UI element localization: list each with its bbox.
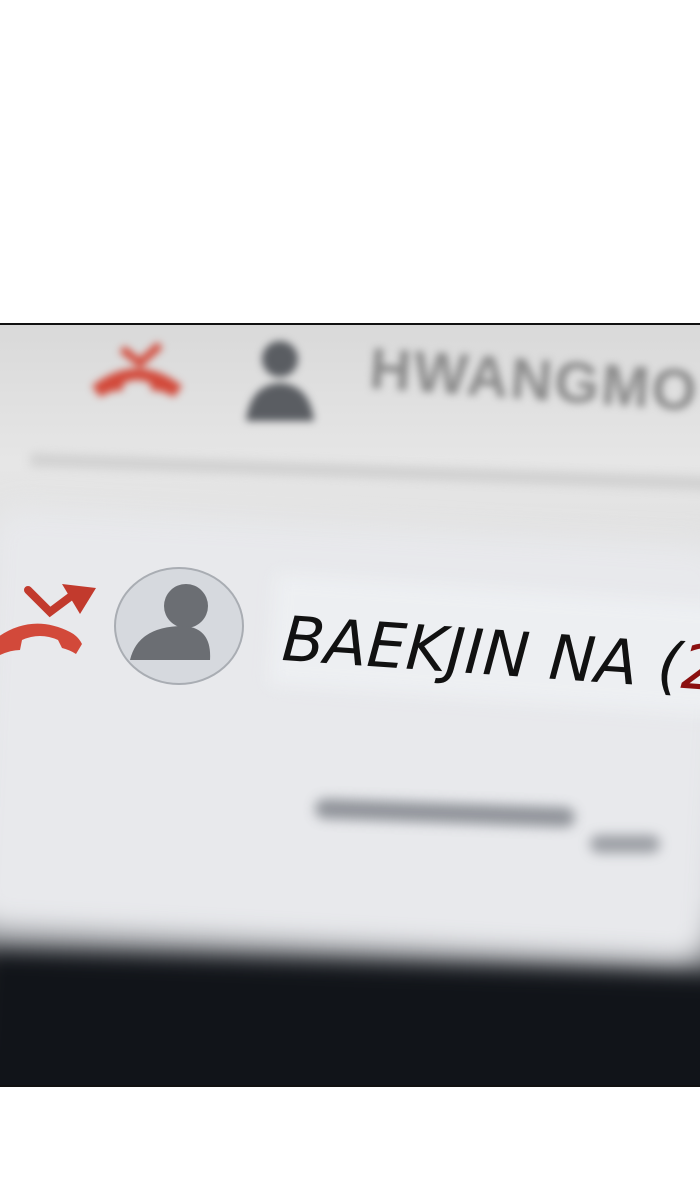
call-count: 2 — [679, 629, 700, 706]
person-icon — [246, 341, 314, 421]
person-icon — [114, 567, 244, 685]
missed-call-icon — [92, 342, 182, 397]
contact-name-background: HWANGMO — [367, 335, 700, 424]
missed-call-outgoing-icon — [0, 584, 96, 656]
call-time-blurred — [590, 835, 660, 853]
call-log-entry-background[interactable]: HWANGMO — [0, 325, 700, 475]
device-edge — [0, 951, 700, 1085]
call-log-panel: HWANGMO BAEKJIN NA (2) — [0, 323, 700, 1087]
call-log-entry-focused[interactable]: BAEKJIN NA (2) — [0, 550, 700, 716]
